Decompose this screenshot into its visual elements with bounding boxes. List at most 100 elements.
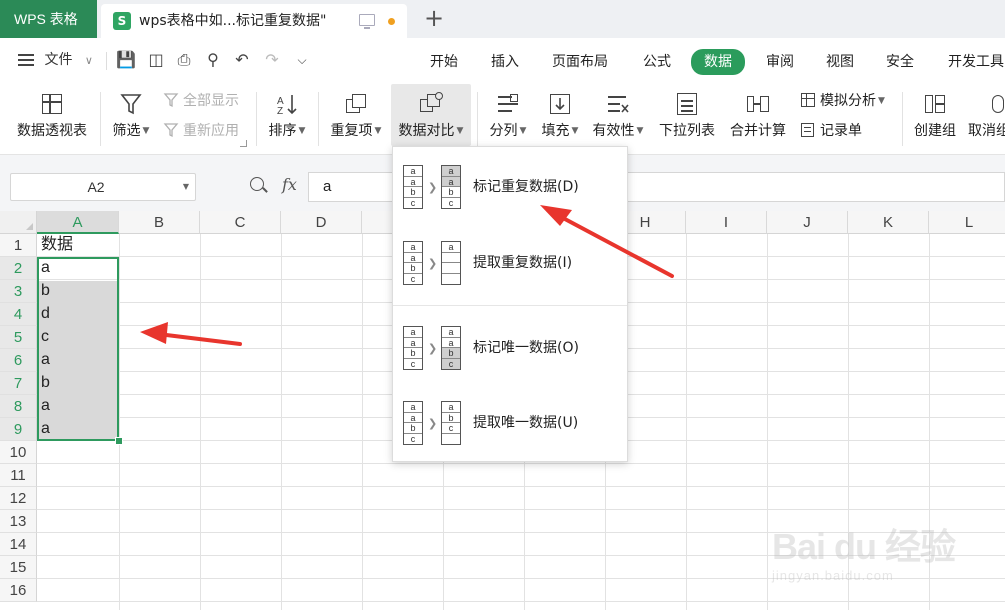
- gridline: [686, 234, 687, 610]
- fill-button[interactable]: 填充 ▼: [538, 92, 582, 140]
- row-header-8[interactable]: 8: [0, 395, 37, 418]
- reapply-button[interactable]: 重新应用: [163, 122, 239, 140]
- tab-home[interactable]: 开始: [430, 50, 458, 74]
- function-icon[interactable]: fx: [282, 175, 297, 194]
- tab-security[interactable]: 安全: [886, 50, 914, 74]
- row-header-1[interactable]: 1: [0, 234, 37, 257]
- fill-handle[interactable]: [115, 437, 123, 445]
- record-form-icon: [800, 122, 816, 138]
- row-header-4[interactable]: 4: [0, 303, 37, 326]
- row-header-9[interactable]: 9: [0, 418, 37, 441]
- record-form-button[interactable]: 记录单: [800, 122, 862, 140]
- table-after-icon: aabc: [441, 326, 461, 370]
- caret-down-icon: ▼: [374, 126, 382, 136]
- formula-value: a: [323, 178, 332, 195]
- row-header-16[interactable]: 16: [0, 579, 37, 602]
- name-box[interactable]: A2 ▼: [10, 173, 196, 201]
- save-icon[interactable]: 💾: [116, 50, 136, 70]
- file-menu[interactable]: 文件 ∨: [18, 49, 93, 72]
- tab-insert[interactable]: 插入: [491, 50, 519, 74]
- customize-toolbar-icon[interactable]: ⌵: [292, 50, 312, 70]
- extract-unique-item[interactable]: aabc ❯ abc 提取唯一数据(U): [393, 393, 627, 453]
- row-header-14[interactable]: 14: [0, 533, 37, 556]
- divider: [256, 92, 257, 146]
- sort-button[interactable]: AZ 排序 ▼: [264, 92, 310, 140]
- caret-down-icon: ▼: [878, 96, 885, 106]
- create-group-button[interactable]: 创建组: [910, 92, 960, 140]
- column-header-i[interactable]: I: [686, 211, 767, 234]
- search-icon[interactable]: [250, 177, 264, 191]
- column-header-l[interactable]: L: [929, 211, 1005, 234]
- duplicates-button[interactable]: 重复项 ▼: [328, 92, 384, 140]
- unsaved-indicator: [388, 18, 395, 25]
- split-column-button[interactable]: 分列 ▼: [486, 92, 530, 140]
- mark-unique-label: 标记唯一数据(O): [473, 340, 579, 356]
- tab-developer[interactable]: 开发工具: [948, 50, 1004, 74]
- ungroup-button[interactable]: 取消组: [968, 92, 1005, 140]
- new-tab-button[interactable]: +: [420, 0, 448, 38]
- row-header-10[interactable]: 10: [0, 441, 37, 464]
- title-bar: WPS 表格 S wps表格中如...标记重复数据" +: [0, 0, 1005, 38]
- row-header-6[interactable]: 6: [0, 349, 37, 372]
- mark-duplicates-item[interactable]: aabc ❯ aabc 标记重复数据(D): [393, 157, 627, 217]
- column-header-a[interactable]: A: [37, 211, 119, 234]
- data-compare-icon: [419, 92, 443, 116]
- tab-data[interactable]: 数据: [691, 49, 745, 75]
- tab-page-layout[interactable]: 页面布局: [552, 50, 608, 74]
- gridline: [37, 463, 1005, 464]
- column-header-j[interactable]: J: [767, 211, 848, 234]
- column-header-c[interactable]: C: [200, 211, 281, 234]
- chevron-right-icon: ❯: [428, 342, 438, 355]
- pivot-table-button[interactable]: 数据透视表: [12, 92, 92, 140]
- select-all-corner[interactable]: [0, 211, 37, 234]
- header-cell[interactable]: 数据: [38, 234, 118, 256]
- row-header-2[interactable]: 2: [0, 257, 37, 280]
- create-group-label: 创建组: [914, 123, 956, 139]
- show-all-button[interactable]: 全部显示: [163, 92, 239, 110]
- row-header-7[interactable]: 7: [0, 372, 37, 395]
- chevron-right-icon: ❯: [428, 257, 438, 270]
- document-tab[interactable]: S wps表格中如...标记重复数据": [101, 4, 407, 38]
- data-compare-dropdown: aabc ❯ aabc 标记重复数据(D) aabc ❯ a 提取重复数据(I)…: [392, 146, 628, 462]
- tab-review[interactable]: 审阅: [766, 50, 794, 74]
- consolidate-button[interactable]: 合并计算: [727, 92, 789, 140]
- consolidate-icon: [746, 92, 770, 116]
- caret-down-icon: ▼: [456, 126, 464, 136]
- menu-bar: 文件 ∨ 💾 ◫ ⎙ ⚲ ↶ ↷ ⌵ 开始 插入 页面布局 公式 数据 审阅 视…: [0, 38, 1005, 84]
- duplicates-label: 重复项: [330, 123, 373, 139]
- table-after-icon: aabc: [441, 165, 461, 209]
- print-preview-icon[interactable]: ⚲: [203, 50, 223, 70]
- extract-duplicates-item[interactable]: aabc ❯ a 提取重复数据(I): [393, 233, 627, 293]
- caret-down-icon[interactable]: ▼: [183, 182, 189, 191]
- mark-unique-item[interactable]: aabc ❯ aabc 标记唯一数据(O): [393, 318, 627, 378]
- export-icon[interactable]: ◫: [146, 50, 166, 70]
- gridline: [362, 234, 363, 610]
- column-header-d[interactable]: D: [281, 211, 362, 234]
- monitor-icon[interactable]: [359, 14, 375, 29]
- mark-duplicates-label: 标记重复数据(D): [473, 179, 579, 195]
- row-header-15[interactable]: 15: [0, 556, 37, 579]
- tab-formulas[interactable]: 公式: [643, 50, 671, 74]
- what-if-analysis-button[interactable]: 模拟分析 ▼: [800, 92, 885, 110]
- row-header-3[interactable]: 3: [0, 280, 37, 303]
- app-tab[interactable]: WPS 表格: [0, 0, 97, 38]
- row-header-13[interactable]: 13: [0, 510, 37, 533]
- fill-label: 填充: [541, 123, 570, 139]
- undo-icon[interactable]: ↶: [232, 50, 252, 70]
- group-launcher-icon[interactable]: [240, 140, 247, 147]
- watermark-url: jingyan.baidu.com: [772, 568, 894, 583]
- tab-view[interactable]: 视图: [826, 50, 854, 74]
- column-header-b[interactable]: B: [119, 211, 200, 234]
- validity-button[interactable]: 有效性 ▼: [590, 92, 646, 140]
- row-header-5[interactable]: 5: [0, 326, 37, 349]
- table-before-icon: aabc: [403, 401, 423, 445]
- row-header-12[interactable]: 12: [0, 487, 37, 510]
- redo-icon[interactable]: ↷: [262, 50, 282, 70]
- data-compare-button[interactable]: 数据对比 ▼: [391, 84, 471, 146]
- filter-button[interactable]: 筛选 ▼: [108, 92, 154, 140]
- row-header-11[interactable]: 11: [0, 464, 37, 487]
- dropdown-list-button[interactable]: 下拉列表: [656, 92, 718, 140]
- validity-icon: [606, 92, 630, 116]
- column-header-k[interactable]: K: [848, 211, 929, 234]
- print-icon[interactable]: ⎙: [174, 50, 194, 70]
